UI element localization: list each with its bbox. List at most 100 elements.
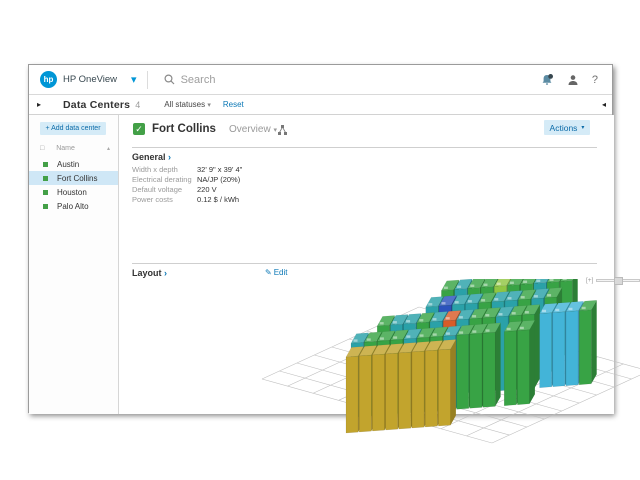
rack-face[interactable] [346, 356, 358, 433]
rack-face[interactable] [451, 340, 456, 426]
view-selector-dropdown[interactable]: Overview ▾ [229, 124, 277, 135]
field-label: Width x depth [132, 165, 197, 174]
zoom-slider-handle[interactable] [614, 277, 623, 285]
field-value: 32' 9" x 39' 4" [197, 165, 242, 174]
rack-face[interactable] [359, 355, 371, 432]
rack-face[interactable] [425, 350, 437, 427]
chevron-down-icon: ▾ [207, 102, 211, 109]
rack-top-label [483, 284, 487, 286]
field-label: Electrical derating [132, 175, 197, 184]
rack-face[interactable] [517, 330, 529, 405]
rack-top-label [468, 300, 472, 302]
rack-face[interactable] [535, 305, 540, 389]
rack-top-label [534, 295, 538, 297]
expand-panel-icon[interactable]: ▸ [37, 100, 41, 109]
rack-top-label [510, 282, 514, 284]
rack-top-label [420, 334, 424, 336]
pencil-icon: ✎ [265, 268, 272, 277]
rack-top-label [441, 302, 445, 304]
user-icon[interactable] [567, 74, 579, 86]
edit-layout-link[interactable]: ✎ Edit [265, 268, 288, 277]
rack-top-label [494, 298, 498, 300]
filter-bar: ▸ Data Centers 4 All statuses ▾ Reset ◂ [29, 95, 612, 115]
rack-top-label [446, 317, 450, 319]
search-box[interactable] [156, 74, 540, 86]
rack-top-label [459, 316, 463, 318]
rack-top-label [380, 337, 384, 339]
rack-top-label [525, 311, 529, 313]
rack-top-label [481, 299, 485, 301]
rack-top-label [406, 335, 410, 337]
rack-face[interactable] [530, 320, 535, 404]
search-icon [164, 74, 175, 85]
rack-top-label [507, 328, 511, 330]
zoom-slider-track[interactable] [596, 279, 640, 282]
sidebar-item-fort-collins[interactable]: Fort Collins [29, 171, 118, 185]
sort-asc-icon[interactable]: ▴ [107, 145, 110, 152]
rack-face[interactable] [386, 353, 398, 430]
help-icon[interactable]: ? [592, 74, 598, 86]
rack-top-label [472, 330, 476, 332]
rack-face[interactable] [553, 312, 565, 387]
top-bar: hp HP OneView ▾ ? [29, 65, 612, 95]
map-view-icon[interactable] [277, 124, 288, 136]
rack-top-label [547, 294, 551, 296]
rack-top-label [568, 308, 572, 310]
rack-face[interactable] [591, 300, 596, 384]
zoom-in-label[interactable]: [+] [586, 277, 593, 284]
status-filter-dropdown[interactable]: All statuses ▾ [164, 100, 211, 109]
rack-face[interactable] [540, 313, 552, 388]
data-center-name: Palo Alto [57, 202, 89, 211]
rack-face[interactable] [399, 352, 411, 429]
name-column-header[interactable]: Name [56, 145, 75, 152]
sidebar-item-palo-alto[interactable]: Palo Alto [29, 199, 118, 213]
rack-face[interactable] [504, 331, 516, 406]
rack-face[interactable] [483, 332, 495, 407]
status-ok-icon [43, 162, 48, 167]
field-value: 0.12 $ / kWh [197, 195, 239, 204]
reset-filter-link[interactable]: Reset [223, 100, 244, 109]
status-column-icon: □ [40, 145, 44, 152]
data-center-name: Houston [57, 188, 87, 197]
layout-section-heading[interactable]: Layout › [132, 268, 167, 278]
data-center-3d-layout[interactable] [222, 279, 640, 459]
rack-face[interactable] [495, 323, 500, 407]
rack-face[interactable] [470, 333, 482, 408]
general-section-heading[interactable]: General › [132, 152, 171, 162]
main-panel: ✓ Fort Collins Overview ▾ Actions▾ Gener… [119, 115, 614, 414]
section-divider [132, 147, 597, 148]
rack-top-label [497, 283, 501, 285]
section-link-arrow-icon: › [168, 152, 171, 162]
rack-top-label [523, 281, 527, 283]
alerts-bell-icon[interactable] [540, 73, 554, 87]
rack-top-label [406, 320, 410, 322]
rack-face[interactable] [566, 311, 578, 386]
zoom-slider: [+] [-] [586, 277, 640, 284]
rack-top-label [455, 301, 459, 303]
rack-face[interactable] [457, 334, 469, 409]
sidebar-item-houston[interactable]: Houston [29, 185, 118, 199]
rack-face[interactable] [372, 354, 384, 431]
add-data-center-button[interactable]: + Add data center [40, 122, 106, 135]
actions-button[interactable]: Actions▾ [544, 120, 590, 135]
sidebar-item-austin[interactable]: Austin [29, 157, 118, 171]
rack-top-label [542, 310, 546, 312]
status-ok-icon [43, 190, 48, 195]
rack-top-label [582, 307, 586, 309]
field-label: Default voltage [132, 185, 197, 194]
rack-face[interactable] [412, 351, 424, 428]
rack-top-label [472, 315, 476, 317]
rack-face[interactable] [438, 349, 450, 426]
chevron-down-icon: ▾ [581, 124, 584, 131]
rack-top-label [555, 309, 559, 311]
rack-face[interactable] [579, 310, 591, 385]
rack-top-label [485, 314, 489, 316]
app-window: hp HP OneView ▾ ? ▸ Data Center [28, 64, 613, 413]
rack-top-label [512, 312, 516, 314]
search-input[interactable] [181, 74, 481, 86]
hp-logo-text: hp [44, 75, 54, 84]
rack-top-label [428, 303, 432, 305]
collapse-panel-icon[interactable]: ◂ [602, 100, 606, 109]
hp-logo: hp [40, 71, 57, 88]
brand-menu-chevron-icon[interactable]: ▾ [131, 73, 137, 86]
